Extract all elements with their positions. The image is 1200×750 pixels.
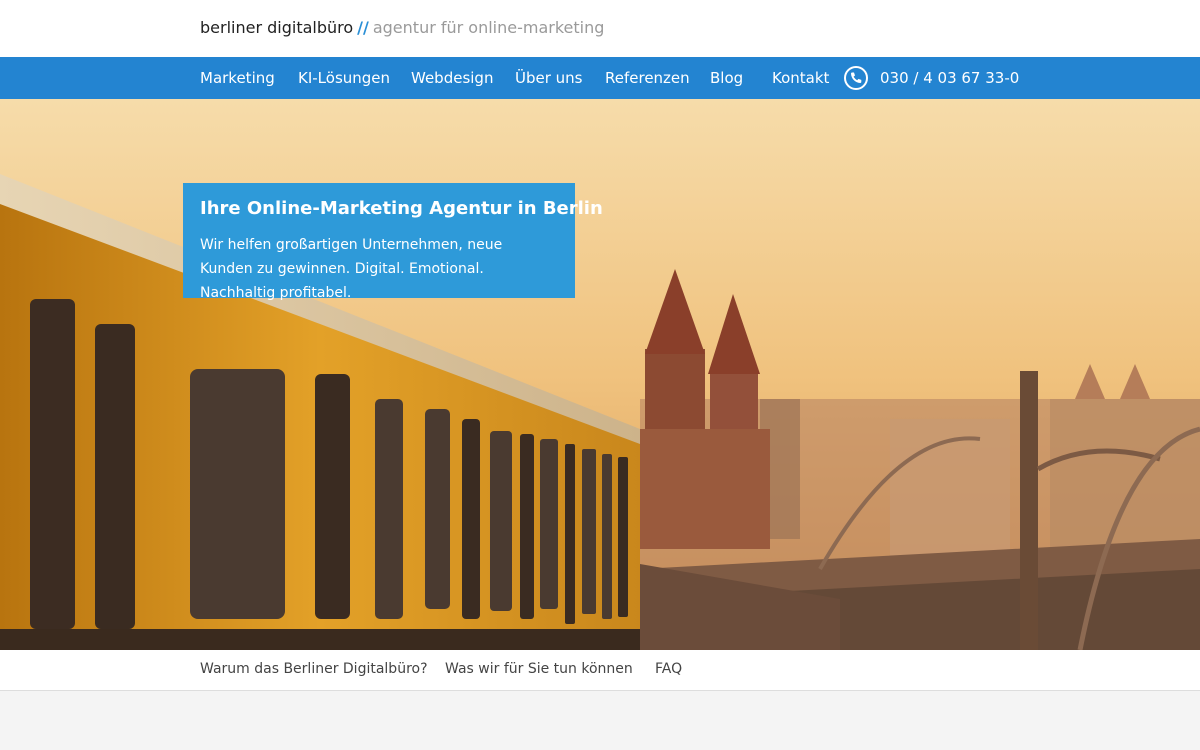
nav-item-marketing[interactable]: Marketing [200,69,275,87]
nav-item-kontakt[interactable]: Kontakt [772,69,829,87]
top-header: berliner digitalbüro//agentur für online… [0,0,1200,57]
nav-item-ki-loesungen[interactable]: KI-Lösungen [298,69,390,87]
phone-icon[interactable] [844,66,868,90]
logo-brand: berliner digitalbüro [200,18,354,37]
subnav-item-leistungen[interactable]: Was wir für Sie tun können [445,661,633,677]
hero-photo-illustration [0,99,1200,650]
hero-text: Wir helfen großartigen Unternehmen, neue… [200,237,503,301]
phone-number[interactable]: 030 / 4 03 67 33-0 [880,69,1019,87]
hero-title: Ihre Online-Marketing Agentur in Berlin [200,198,603,219]
nav-item-blog[interactable]: Blog [710,69,743,87]
content-area [0,691,1200,750]
nav-item-webdesign[interactable]: Webdesign [411,69,493,87]
subnav-item-warum[interactable]: Warum das Berliner Digitalbüro? [200,661,428,677]
nav-item-referenzen[interactable]: Referenzen [605,69,690,87]
main-nav: Marketing KI-Lösungen Webdesign Über uns… [0,57,1200,99]
section-nav: Warum das Berliner Digitalbüro? Was wir … [0,650,1200,691]
nav-item-ueber-uns[interactable]: Über uns [515,69,583,87]
site-logo[interactable]: berliner digitalbüro//agentur für online… [200,18,604,37]
subnav-item-faq[interactable]: FAQ [655,661,682,677]
hero-intro-box: Ihre Online-Marketing Agentur in Berlin … [183,183,603,301]
hero-image: Ihre Online-Marketing Agentur in Berlin … [0,99,1200,650]
logo-separator: // [357,18,369,37]
logo-tagline: agentur für online-marketing [372,18,605,37]
